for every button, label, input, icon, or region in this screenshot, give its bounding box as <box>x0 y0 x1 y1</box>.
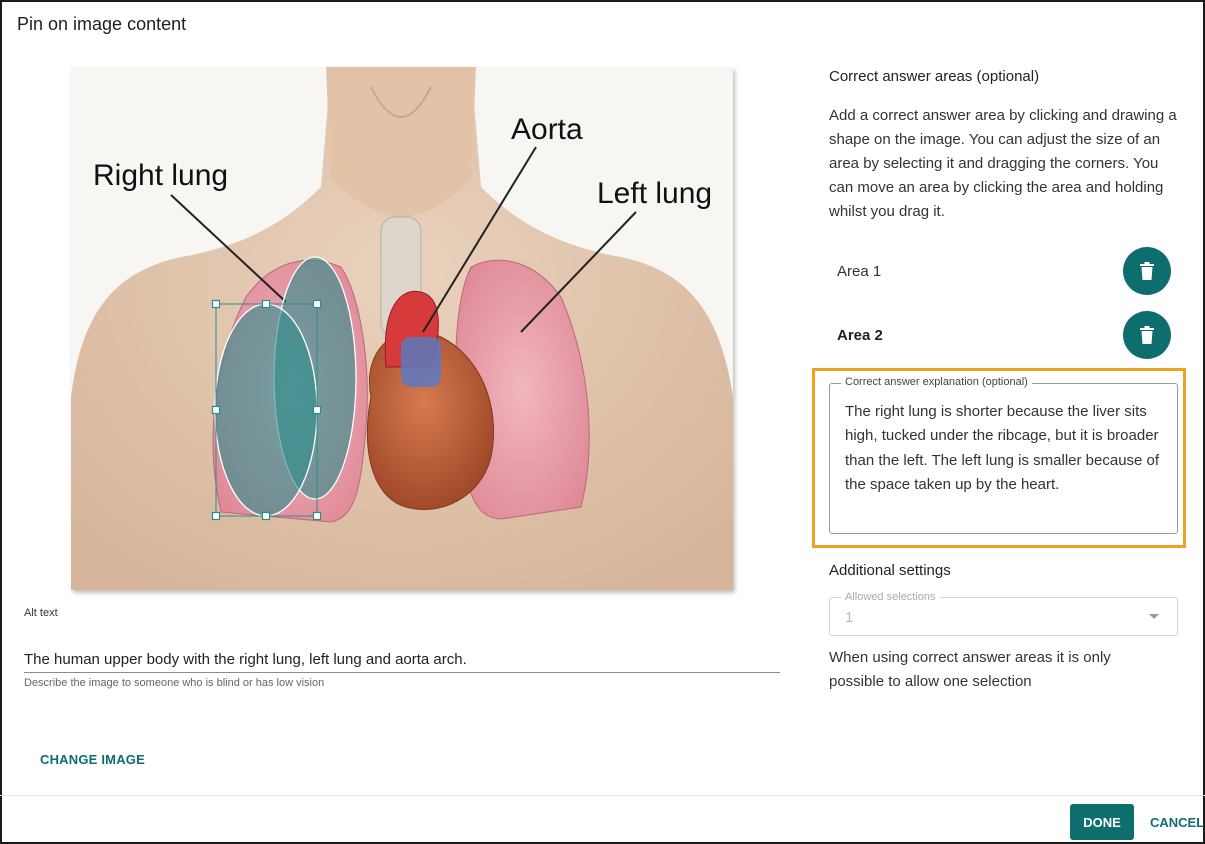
label-right-lung: Right lung <box>93 159 228 192</box>
allowed-selections-value: 1 <box>845 609 854 626</box>
additional-settings-title: Additional settings <box>829 562 951 579</box>
footer-divider <box>0 795 1205 796</box>
label-aorta: Aorta <box>511 113 583 146</box>
resize-handle-r[interactable] <box>312 405 322 415</box>
allowed-selections-note: When using correct answer areas it is on… <box>829 649 1111 690</box>
cancel-button[interactable]: CANCEL <box>1150 815 1204 830</box>
explanation-legend: Correct answer explanation (optional) <box>841 376 1032 388</box>
area-1-label[interactable]: Area 1 <box>837 263 881 280</box>
alt-text-label: Alt text <box>24 607 58 619</box>
delete-area-2-button[interactable] <box>1123 311 1171 359</box>
answer-area-2[interactable] <box>214 303 318 517</box>
answer-areas-description: Add a correct answer area by clicking an… <box>829 107 1177 220</box>
resize-handle-b[interactable] <box>261 511 271 521</box>
explanation-text[interactable]: The right lung is shorter because the li… <box>845 400 1167 497</box>
anatomy-image[interactable]: Right lung Aorta Left lung <box>71 67 733 590</box>
allowed-selections-label: Allowed selections <box>841 591 940 603</box>
answer-areas-title: Correct answer areas (optional) <box>829 68 1040 85</box>
alt-text-help: Describe the image to someone who is bli… <box>24 677 325 689</box>
resize-handle-tl[interactable] <box>211 299 221 309</box>
resize-handle-l[interactable] <box>211 405 221 415</box>
area-2-label[interactable]: Area 2 <box>837 327 883 344</box>
delete-area-1-button[interactable] <box>1123 247 1171 295</box>
resize-handle-t[interactable] <box>261 299 271 309</box>
alt-text-input[interactable] <box>24 646 780 673</box>
dialog-title: Pin on image content <box>17 14 187 34</box>
resize-handle-bl[interactable] <box>211 511 221 521</box>
label-left-lung: Left lung <box>597 177 712 210</box>
done-button[interactable]: DONE <box>1070 804 1134 840</box>
trash-icon <box>1140 326 1154 344</box>
trash-icon <box>1140 262 1154 280</box>
resize-handle-tr[interactable] <box>312 299 322 309</box>
chevron-down-icon <box>1149 614 1159 619</box>
resize-handle-br[interactable] <box>312 511 322 521</box>
change-image-button[interactable]: CHANGE IMAGE <box>40 752 145 767</box>
